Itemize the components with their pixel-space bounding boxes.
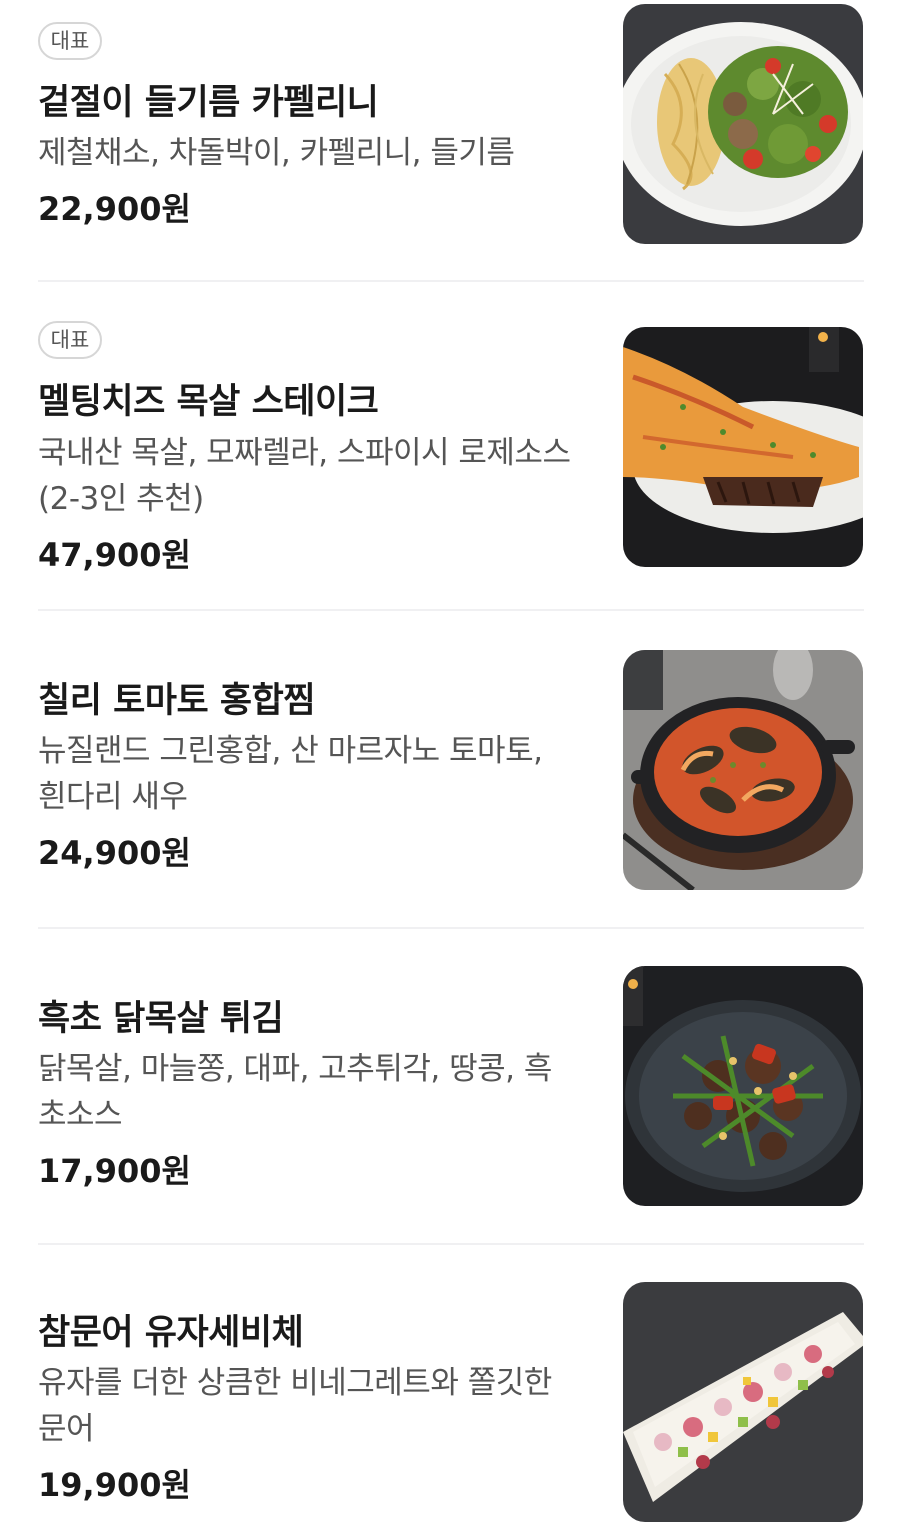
menu-list: 대표 겉절이 들기름 카펠리니 제철채소, 차돌박이, 카펠리니, 들기름 22…	[0, 0, 900, 1535]
menu-item-description: 국내산 목살, 모짜렐라, 스파이시 로제소스(2-3인 추천)	[38, 435, 571, 517]
menu-item-name: 멜팅치즈 목살 스테이크	[38, 382, 379, 422]
menu-item-price: 17,900원	[38, 1152, 191, 1190]
menu-item-name: 겉절이 들기름 카펠리니	[38, 83, 379, 123]
menu-item-description: 닭목살, 마늘쫑, 대파, 고추튀각, 땅콩, 흑초소스	[38, 1051, 552, 1133]
menu-item[interactable]: 대표 겉절이 들기름 카펠리니 제철채소, 차돌박이, 카펠리니, 들기름 22…	[0, 0, 900, 282]
octopus-ceviche-plate-image[interactable]	[623, 1282, 863, 1522]
mussel-skillet-image[interactable]	[623, 650, 863, 890]
menu-item-name: 흑초 닭목살 튀김	[38, 999, 284, 1039]
menu-item-price: 24,900원	[38, 834, 191, 872]
menu-item-price: 47,900원	[38, 536, 191, 574]
cheese-steak-plate-image[interactable]	[623, 327, 863, 567]
menu-item-price: 22,900원	[38, 190, 191, 228]
pasta-salad-plate-image[interactable]	[623, 4, 863, 244]
menu-item[interactable]: 대표 멜팅치즈 목살 스테이크 국내산 목살, 모짜렐라, 스파이시 로제소스(…	[0, 282, 900, 611]
menu-item-description: 유자를 더한 상큼한 비네그레트와 쫄깃한 문어	[38, 1365, 552, 1447]
signature-badge: 대표	[38, 22, 102, 60]
menu-item[interactable]: 참문어 유자세비체 유자를 더한 상큼한 비네그레트와 쫄깃한 문어 19,90…	[0, 1244, 900, 1535]
menu-item-name: 참문어 유자세비체	[38, 1313, 304, 1353]
menu-item[interactable]: 칠리 토마토 홍합찜 뉴질랜드 그린홍합, 산 마르자노 토마토, 흰다리 새우…	[0, 610, 900, 929]
menu-item-description: 제철채소, 차돌박이, 카펠리니, 들기름	[38, 135, 515, 171]
menu-item-price: 19,900원	[38, 1466, 191, 1504]
menu-item-name: 칠리 토마토 홍합찜	[38, 681, 315, 721]
fried-chicken-plate-image[interactable]	[623, 966, 863, 1206]
menu-item[interactable]: 흑초 닭목살 튀김 닭목살, 마늘쫑, 대파, 고추튀각, 땅콩, 흑초소스 1…	[0, 928, 900, 1245]
signature-badge: 대표	[38, 321, 102, 359]
menu-item-description: 뉴질랜드 그린홍합, 산 마르자노 토마토, 흰다리 새우	[38, 733, 543, 815]
